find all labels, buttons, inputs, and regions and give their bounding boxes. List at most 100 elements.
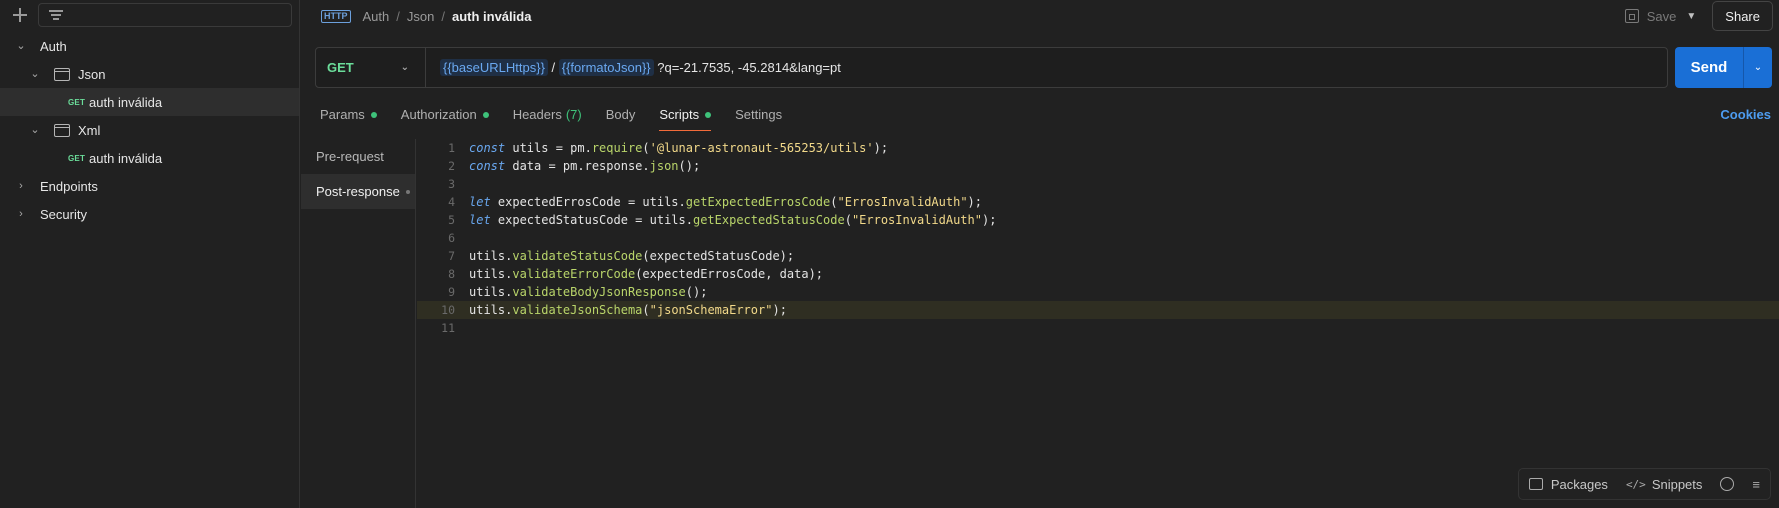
share-button[interactable]: Share <box>1712 1 1773 31</box>
tree-item-label: Json <box>78 66 106 82</box>
line-number: 7 <box>448 249 455 263</box>
chevron-right-icon[interactable]: › <box>16 181 26 192</box>
code-line[interactable]: 9 utils.validateBodyJsonResponse(); <box>417 283 1779 301</box>
tree-item-xml[interactable]: ⌄ Xml <box>0 116 299 144</box>
breadcrumb-json[interactable]: Json <box>407 9 434 24</box>
code-line-highlighted[interactable]: 10 utils.validateJsonSchema("jsonSchemaEr… <box>417 301 1779 319</box>
code-line[interactable]: 6 <box>417 229 1779 247</box>
line-number: 1 <box>448 141 455 155</box>
sidebar-toolbar <box>0 0 299 30</box>
tree-item-auth[interactable]: ⌄ Auth <box>0 32 299 60</box>
line-number: 9 <box>448 285 455 299</box>
tab-label: Headers <box>512 107 562 122</box>
tree-item-security[interactable]: › Security <box>0 200 299 228</box>
folder-icon <box>54 123 70 137</box>
tree-item-label: auth inválida <box>89 94 163 110</box>
breadcrumb-separator: / <box>396 8 400 24</box>
tab-scripts[interactable]: Scripts <box>659 101 712 131</box>
url-bar: GET ⌄ {{baseURLHttps}} / {{formatoJson}}… <box>315 47 1668 88</box>
folder-icon <box>54 67 70 81</box>
tree-item-label: Auth <box>40 38 67 54</box>
code-line[interactable]: 7 utils.validateStatusCode(expectedStatus… <box>417 247 1779 265</box>
url-variable[interactable]: {{formatoJson}} <box>558 59 654 76</box>
post-response-label: Post-response <box>316 184 400 199</box>
chevron-down-icon[interactable]: ⌄ <box>1743 47 1772 88</box>
chevron-down-icon[interactable]: ⌄ <box>30 69 40 80</box>
chevron-down-icon: ⌄ <box>400 62 409 73</box>
url-separator: / <box>547 60 559 75</box>
line-number: 8 <box>448 267 455 281</box>
filter-input[interactable] <box>38 3 292 27</box>
chevron-down-icon[interactable]: ⌄ <box>30 125 40 136</box>
breadcrumb-separator: / <box>441 8 445 24</box>
method-select[interactable]: GET ⌄ <box>316 48 426 87</box>
page-title[interactable]: auth inválida <box>452 9 531 24</box>
line-number: 11 <box>441 321 455 335</box>
tab-label: Body <box>605 107 636 122</box>
add-icon[interactable] <box>12 7 28 23</box>
editor-footer: Packages </> Snippets ≡ <box>1517 468 1771 500</box>
tab-headers[interactable]: Headers (7) <box>513 101 582 131</box>
status-dot <box>370 112 377 118</box>
tab-authorization[interactable]: Authorization <box>401 101 489 131</box>
tab-label: Settings <box>735 107 783 122</box>
tree-item-label: auth inválida <box>89 150 163 166</box>
save-button[interactable]: Save <box>1624 8 1677 24</box>
packages-label: Packages <box>1550 476 1608 492</box>
tree-item-request-json-auth[interactable]: GET auth inválida <box>0 88 299 116</box>
tree-item-json[interactable]: ⌄ Json <box>0 60 299 88</box>
chevron-down-icon[interactable]: ▼ <box>1686 11 1696 22</box>
snippets-label: Snippets <box>1651 476 1703 492</box>
pre-request-label: Pre-request <box>316 149 384 164</box>
request-header: HTTP Auth / Json / auth inválida Save ▼ … <box>301 0 1779 32</box>
line-number: 5 <box>448 213 455 227</box>
tab-label: Authorization <box>400 107 477 122</box>
chevron-right-icon[interactable]: › <box>16 209 26 220</box>
save-label: Save <box>1646 8 1677 24</box>
format-icon[interactable]: ≡ <box>1752 477 1760 492</box>
url-variable[interactable]: {{baseURLHttps}} <box>440 59 548 76</box>
tree-item-endpoints[interactable]: › Endpoints <box>0 172 299 200</box>
line-number: 4 <box>448 195 455 209</box>
tab-settings[interactable]: Settings <box>735 101 782 131</box>
tab-label: Scripts <box>659 107 700 122</box>
collection-tree: ⌄ Auth ⌄ Json GET auth inválida ⌄ Xml GE… <box>0 32 299 228</box>
breadcrumb-auth[interactable]: Auth <box>363 9 390 24</box>
save-icon <box>1624 9 1639 23</box>
settings-toggle-icon[interactable] <box>1720 477 1735 491</box>
filter-icon <box>49 10 63 20</box>
code-line[interactable]: 3 <box>417 175 1779 193</box>
code-line[interactable]: 8 utils.validateErrorCode(expectedErrosCo… <box>417 265 1779 283</box>
code-line[interactable]: 11 <box>417 319 1779 337</box>
line-number: 2 <box>448 159 455 173</box>
tab-params[interactable]: Params <box>320 101 377 131</box>
code-line[interactable]: 1 const utils = pm.require('@lunar-astron… <box>417 139 1779 157</box>
code-line[interactable]: 4 let expectedErrosCode = utils.getExpect… <box>417 193 1779 211</box>
url-query: ?q=-21.7535, -45.2814&lang=pt <box>653 60 841 75</box>
code-line[interactable]: 5 let expectedStatusCode = utils.getExpec… <box>417 211 1779 229</box>
sidebar: ⌄ Auth ⌄ Json GET auth inválida ⌄ Xml GE… <box>0 0 300 508</box>
headers-count-badge: (7) <box>565 107 582 122</box>
post-response-tab[interactable]: Post-response <box>301 174 415 209</box>
header-actions: Save ▼ Share <box>1624 0 1779 32</box>
http-icon: HTTP <box>321 9 351 23</box>
tree-item-request-xml-auth[interactable]: GET auth inválida <box>0 144 299 172</box>
script-nav: Pre-request Post-response <box>301 139 416 508</box>
tab-body[interactable]: Body <box>606 101 636 131</box>
tree-item-label: Security <box>40 206 87 222</box>
method-badge: GET <box>68 97 86 107</box>
status-dot <box>482 112 489 118</box>
code-editor[interactable]: 1 const utils = pm.require('@lunar-astron… <box>417 139 1779 469</box>
status-dot <box>405 189 410 194</box>
pre-request-tab[interactable]: Pre-request <box>301 139 415 174</box>
send-button[interactable]: Send <box>1675 47 1743 88</box>
code-line[interactable]: 2 const data = pm.response.json(); <box>417 157 1779 175</box>
chevron-down-icon[interactable]: ⌄ <box>16 41 26 52</box>
packages-button[interactable]: Packages <box>1528 476 1608 492</box>
url-input[interactable]: {{baseURLHttps}} / {{formatoJson}} ?q=-2… <box>426 59 841 76</box>
tab-label: Params <box>320 107 365 122</box>
snippets-button[interactable]: </> Snippets <box>1626 477 1702 492</box>
line-number: 3 <box>448 177 455 191</box>
cookies-link[interactable]: Cookies <box>1720 107 1771 122</box>
send-button-group: Send ⌄ <box>1675 47 1772 88</box>
